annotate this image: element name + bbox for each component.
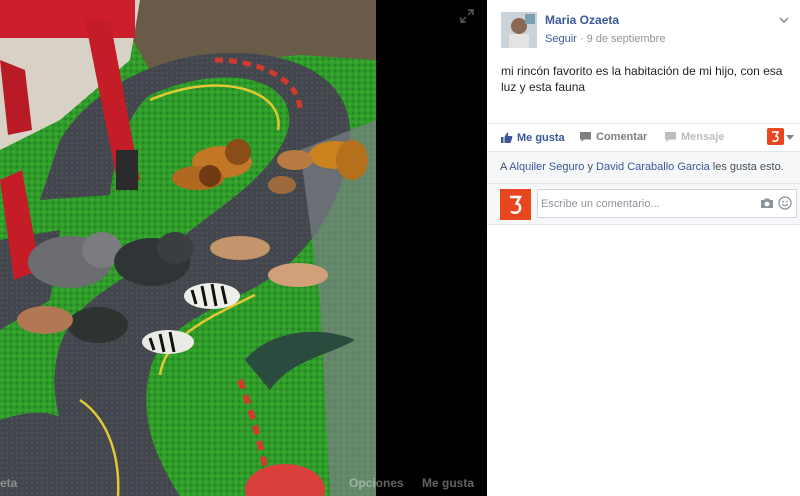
message-button[interactable]: Mensaje — [664, 131, 724, 143]
author-name[interactable]: Maria Ozaeta — [545, 13, 619, 27]
action-bar: Me gusta Comentar Mensaje — [487, 123, 800, 151]
likes-prefix: A — [500, 161, 510, 173]
comment-label: Comentar — [596, 131, 648, 143]
liker-link-2[interactable]: David Caraballo Garcia — [596, 161, 710, 173]
likes-summary: A Alquiler Seguro y David Caraballo Garc… — [487, 151, 800, 183]
photo-like-link[interactable]: Me gusta — [422, 476, 474, 490]
comment-button[interactable]: Comentar — [579, 131, 647, 143]
follow-link[interactable]: Seguir — [545, 33, 577, 45]
likes-suffix: les gusta esto. — [709, 161, 784, 173]
comment-placeholder: Escribe un comentario... — [541, 198, 660, 210]
photo-viewer: eta Opciones Me gusta — [0, 0, 487, 496]
photo-image — [0, 0, 376, 496]
liker-link-1[interactable]: Alquiler Seguro — [509, 161, 584, 173]
commenter-brand-logo — [510, 195, 523, 214]
photo-footer: eta Opciones Me gusta — [0, 470, 487, 496]
smiley-icon[interactable] — [778, 196, 792, 210]
message-label: Mensaje — [681, 131, 725, 143]
share-brand-icon[interactable] — [767, 128, 784, 145]
like-button[interactable]: Me gusta — [500, 131, 565, 144]
meta-separator: · — [576, 33, 587, 45]
post-side-panel: Maria Ozaeta Seguir · 9 de septiembre mi… — [487, 0, 800, 496]
post-header: Maria Ozaeta Seguir · 9 de septiembre — [501, 12, 790, 48]
thumbs-up-icon — [501, 132, 513, 143]
commenter-avatar — [500, 189, 531, 220]
post-photo[interactable] — [0, 0, 376, 496]
expand-icon[interactable] — [459, 8, 475, 24]
post-date[interactable]: 9 de septiembre — [587, 33, 666, 45]
photo-footer-caption: eta — [0, 476, 18, 490]
message-icon — [665, 132, 676, 142]
chevron-down-icon[interactable] — [778, 14, 790, 26]
comment-composer: Escribe un comentario... — [487, 183, 800, 225]
camera-icon[interactable] — [760, 197, 774, 209]
avatar[interactable] — [501, 12, 537, 48]
likes-joiner: y — [584, 161, 597, 173]
post-text: mi rincón favorito es la habitación de m… — [501, 64, 783, 94]
comment-input[interactable]: Escribe un comentario... — [537, 189, 797, 218]
post-meta: Seguir · 9 de septiembre — [545, 33, 665, 45]
share-menu-chevron-icon[interactable] — [786, 133, 794, 141]
avatar-image — [501, 12, 537, 48]
comment-icon — [580, 132, 591, 142]
share-brand-glyph — [772, 131, 780, 142]
like-label: Me gusta — [517, 132, 565, 144]
options-link[interactable]: Opciones — [349, 476, 404, 490]
